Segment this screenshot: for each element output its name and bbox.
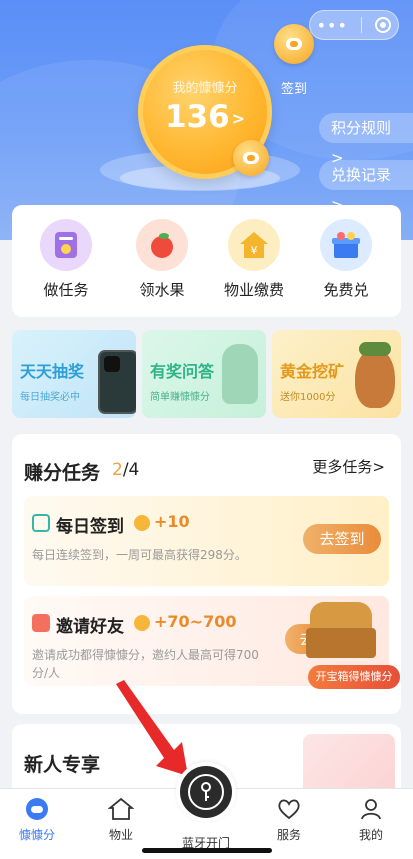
newbie-title: 新人专享 bbox=[24, 754, 101, 776]
apple-icon bbox=[136, 219, 188, 271]
banner-gold-mining[interactable]: 黄金挖矿 送你1000分 bbox=[272, 330, 401, 418]
unlock-circle bbox=[180, 766, 232, 818]
checkin-button[interactable]: 去签到 bbox=[303, 524, 381, 554]
task-done-count: 2 bbox=[112, 460, 123, 480]
points-value: 136 bbox=[164, 99, 230, 135]
category-label: 免费兑 bbox=[323, 281, 369, 299]
category-label: 做任务 bbox=[43, 281, 89, 299]
checkin-coin-icon[interactable] bbox=[274, 24, 314, 64]
category-property-fee[interactable]: ¥ 物业缴费 bbox=[214, 219, 294, 300]
miniprogram-capsule[interactable]: ••• bbox=[309, 10, 399, 40]
points-rules-button[interactable]: 积分规则 > bbox=[319, 113, 413, 167]
tab-property[interactable]: 物业 bbox=[86, 797, 156, 843]
task-total-count: /4 bbox=[122, 460, 140, 480]
red-arrow-icon bbox=[116, 680, 188, 776]
task-name: 每日签到 bbox=[56, 517, 124, 537]
tab-service[interactable]: 服务 bbox=[254, 797, 324, 843]
banner-subtitle: 简单赚慷慷分 bbox=[150, 392, 210, 403]
task-description-line: 分/人 bbox=[32, 666, 61, 680]
banner-daily-lottery[interactable]: 天天抽奖 每日抽奖必中 bbox=[12, 330, 136, 418]
key-icon bbox=[201, 782, 211, 801]
chest-box bbox=[306, 628, 376, 658]
close-target-icon[interactable] bbox=[375, 17, 392, 33]
gift-box-icon bbox=[320, 219, 372, 271]
category-label: 领水果 bbox=[139, 281, 185, 299]
earn-title: 赚分任务 bbox=[24, 462, 101, 484]
task-progress: 2/4 bbox=[112, 460, 139, 480]
category-label: 物业缴费 bbox=[223, 281, 284, 299]
miner-mascot-image bbox=[355, 342, 395, 408]
banner-title: 黄金挖矿 bbox=[280, 362, 345, 381]
tab-label: 我的 bbox=[358, 828, 383, 842]
more-dots-icon[interactable]: ••• bbox=[317, 16, 348, 35]
points-label: 我的慷慷分 bbox=[172, 81, 238, 96]
heart-icon bbox=[276, 797, 302, 821]
task-points: +70~700 bbox=[154, 612, 237, 631]
capsule-divider bbox=[361, 17, 363, 33]
more-tasks-link[interactable]: 更多任务> bbox=[312, 456, 385, 477]
task-daily-checkin: 每日签到 +10 每日连续签到，一周可最高获得298分。 去签到 bbox=[24, 496, 389, 586]
coin-icon bbox=[134, 615, 150, 631]
banner-title: 有奖问答 bbox=[150, 362, 215, 381]
tab-label: 慷慷分 bbox=[18, 828, 55, 842]
redeem-records-button[interactable]: 兑换记录 > bbox=[319, 160, 413, 214]
tab-points[interactable]: 慷慷分 bbox=[2, 797, 72, 843]
checkin-label[interactable]: 签到 bbox=[281, 78, 307, 97]
coin-icon bbox=[233, 140, 269, 176]
home-indicator bbox=[142, 848, 272, 853]
category-free-redeem[interactable]: 免费兑 bbox=[306, 219, 386, 300]
bluetooth-unlock-button[interactable] bbox=[176, 762, 236, 822]
user-icon bbox=[32, 614, 50, 632]
category-card: 做任务 领水果 ¥ 物业缴费 免费兑 bbox=[12, 205, 401, 317]
phone-prize-image bbox=[98, 350, 136, 414]
treasure-chest-icon[interactable] bbox=[296, 596, 384, 662]
svg-text:¥: ¥ bbox=[251, 244, 258, 257]
tab-label: 服务 bbox=[276, 828, 301, 842]
task-description-line: 邀请成功都得慷慷分，邀约人最高可得700 bbox=[32, 648, 259, 662]
coin-icon bbox=[134, 515, 150, 531]
points-arrow: > bbox=[231, 109, 246, 128]
points-tab-icon bbox=[24, 797, 50, 821]
home-icon bbox=[107, 797, 135, 821]
tab-mine[interactable]: 我的 bbox=[336, 797, 406, 843]
quiz-mascot-image bbox=[222, 344, 258, 404]
task-description: 邀请成功都得慷慷分，邀约人最高可得700 分/人 bbox=[32, 646, 259, 682]
user-icon bbox=[358, 797, 384, 821]
category-fruit[interactable]: 领水果 bbox=[122, 219, 202, 300]
task-name: 邀请好友 bbox=[56, 617, 124, 637]
coin-glyph-icon bbox=[243, 152, 259, 164]
task-scroll-icon bbox=[40, 219, 92, 271]
banner-subtitle: 送你1000分 bbox=[280, 392, 336, 403]
task-description: 每日连续签到，一周可最高获得298分。 bbox=[32, 548, 247, 562]
category-do-tasks[interactable]: 做任务 bbox=[26, 219, 106, 300]
tab-label: 物业 bbox=[108, 828, 133, 842]
banner-subtitle: 每日抽奖必中 bbox=[20, 392, 80, 403]
points-value-row: 136 > bbox=[138, 99, 272, 135]
task-points: +10 bbox=[154, 512, 190, 531]
house-yen-icon: ¥ bbox=[228, 219, 280, 271]
banner-title: 天天抽奖 bbox=[20, 362, 85, 381]
banner-quiz[interactable]: 有奖问答 简单赚慷慷分 bbox=[142, 330, 266, 418]
coin-glyph-icon bbox=[286, 38, 302, 50]
header-banner: ••• 我的慷慷分 136> 签到 积分规则 > 兑换记录 > bbox=[0, 0, 413, 240]
camera-lens-icon bbox=[104, 356, 120, 372]
open-chest-label[interactable]: 开宝箱得慷慷分 bbox=[308, 665, 400, 689]
calendar-check-icon bbox=[32, 514, 50, 532]
